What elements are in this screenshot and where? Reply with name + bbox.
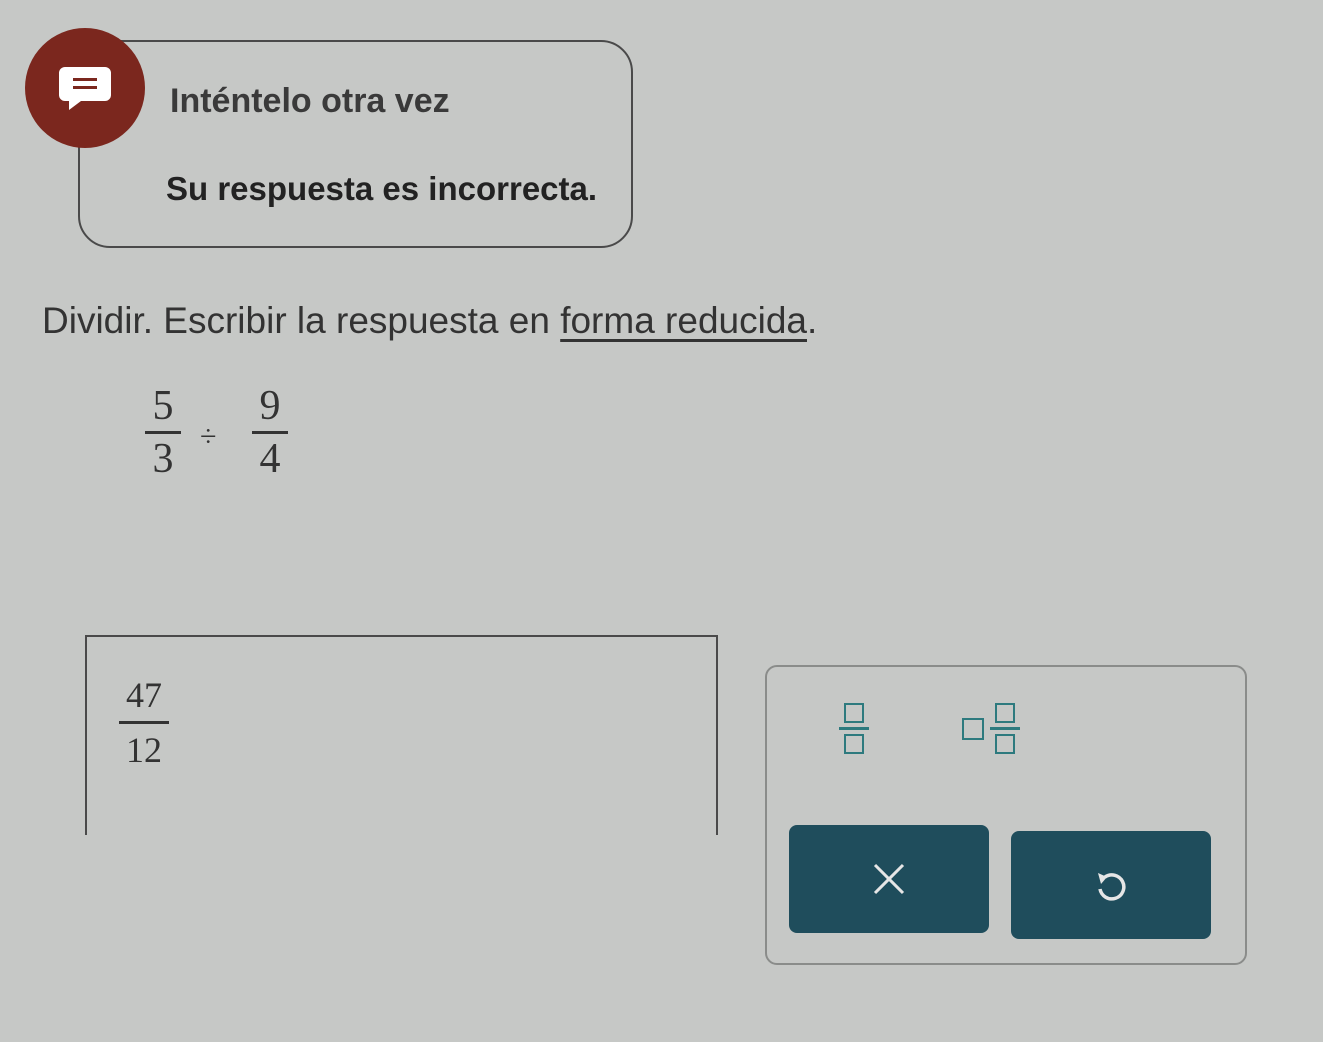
answer-input[interactable]: 47 12 xyxy=(85,635,718,835)
fraction-1-denominator: 3 xyxy=(152,436,174,482)
undo-icon xyxy=(1098,873,1126,901)
math-keypad xyxy=(765,665,1247,965)
fraction-1-numerator: 5 xyxy=(152,383,174,429)
answer-fraction: 47 12 xyxy=(119,677,169,768)
fraction-template-icon[interactable] xyxy=(839,703,869,754)
feedback-box: Inténtelo otra vez Su respuesta es incor… xyxy=(78,40,633,248)
fraction-2-bar xyxy=(252,431,288,434)
problem-fraction-2: 9 4 xyxy=(252,385,288,480)
fraction-2-denominator: 4 xyxy=(259,436,281,482)
mixed-number-template-icon[interactable] xyxy=(962,703,1020,754)
reduced-form-link[interactable]: forma reducida xyxy=(560,300,807,341)
instruction-end: . xyxy=(807,300,818,341)
fraction-1-bar xyxy=(145,431,181,434)
clear-button[interactable] xyxy=(789,825,989,933)
answer-bar xyxy=(119,721,169,724)
fraction-2-numerator: 9 xyxy=(259,383,281,429)
feedback-message: Su respuesta es incorrecta. xyxy=(166,170,598,207)
chat-bubble-icon xyxy=(25,28,145,148)
feedback-title: Inténtelo otra vez xyxy=(170,82,450,120)
division-operator: ÷ xyxy=(200,420,217,453)
instruction-text: Dividir. Escribir la respuesta en forma … xyxy=(42,300,817,342)
undo-button[interactable] xyxy=(1011,831,1211,939)
close-icon xyxy=(873,863,905,895)
answer-denominator: 12 xyxy=(126,730,162,770)
answer-numerator: 47 xyxy=(126,675,162,715)
problem-fraction-1: 5 3 xyxy=(145,385,181,480)
instruction-lead: Dividir. Escribir la respuesta en xyxy=(42,300,561,341)
